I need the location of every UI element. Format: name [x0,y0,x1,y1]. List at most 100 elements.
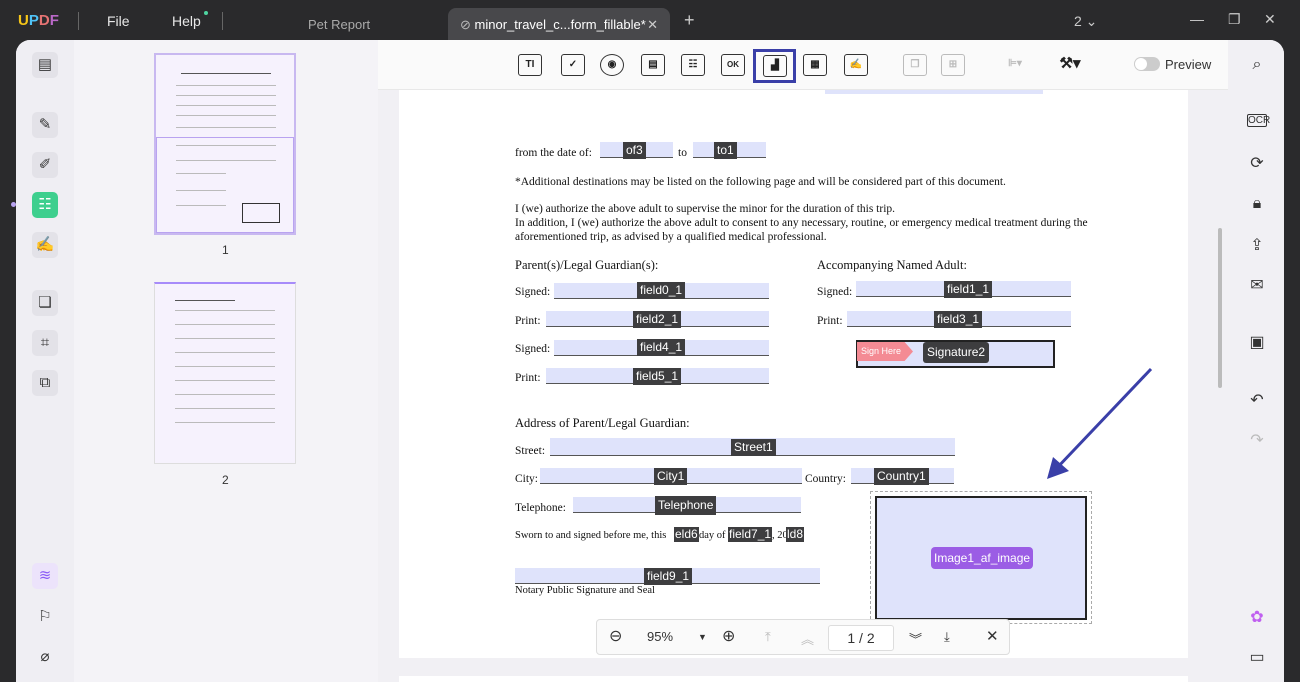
form-field[interactable]: field5_1 [633,368,682,385]
signature-tool[interactable]: ✍ [844,54,868,76]
menu-file[interactable]: File [107,13,130,29]
form-field[interactable]: ld8 [786,527,805,542]
save-icon[interactable]: ▣ [1247,332,1267,352]
layers-icon[interactable]: ≋ [32,563,58,589]
comment-panel-icon[interactable]: ▭ [1247,647,1267,667]
minimize-button[interactable]: — [1190,11,1204,27]
menu-help[interactable]: Help [172,13,201,29]
tab-pet-report[interactable]: Pet Report [308,17,370,32]
image-tool: ▟ [763,55,787,77]
close-navigator-icon[interactable]: ✕ [986,627,999,645]
form-field[interactable]: field9_1 [644,568,693,585]
tab-close-icon[interactable]: ✕ [647,17,658,33]
protect-icon[interactable]: 🔒︎ [1247,195,1267,213]
text: to [678,147,687,159]
dropdown-tool[interactable]: ▤ [641,54,665,76]
label: Signed: [515,286,551,298]
page-thumbnail-1[interactable] [154,53,296,235]
undo-icon[interactable]: ↶ [1247,390,1267,410]
first-page-icon: ⤒ [765,629,771,644]
pdf-page-2 [399,676,1188,682]
reader-icon[interactable]: ▤ [32,52,58,78]
heading: Parent(s)/Legal Guardian(s): [515,258,659,272]
new-tab-button[interactable]: + [684,10,695,31]
grid-icon: ⊞ [941,54,965,76]
label: Print: [515,372,541,384]
heading: Accompanying Named Adult: [817,258,967,272]
form-field[interactable]: field2_1 [633,311,682,328]
restore-button[interactable]: ❐ [1228,11,1241,28]
redo-icon: ↷ [1250,432,1264,449]
form-field[interactable]: field1_1 [944,281,993,298]
vertical-scrollbar[interactable] [1218,228,1222,388]
form-field[interactable]: Signature2 [923,342,990,363]
list-box-tool[interactable]: ☷ [681,54,705,76]
checkbox-tool[interactable]: ✓ [561,54,585,76]
form-field[interactable]: Country1 [874,468,929,485]
label: Street: [515,445,546,457]
zoom-out-icon[interactable]: ⊖ [609,626,622,646]
form-field[interactable]: of3 [623,142,646,159]
convert-icon[interactable]: ⧉ [32,370,58,396]
search-icon[interactable]: ⌕ [1247,56,1267,74]
label: Print: [515,315,541,327]
text: *Additional destinations may be listed o… [515,176,1006,188]
thumbnail-panel: 1 2 [74,40,378,682]
next-page-icon[interactable]: ︾ [909,629,922,648]
annotation-arrow [1047,367,1153,479]
radio-tool[interactable]: ◉ [600,54,624,76]
page-number-input[interactable]: 1 / 2 [828,625,894,651]
form-field[interactable]: field0_1 [637,282,686,299]
attachment-icon[interactable]: ⌀ [32,644,58,670]
form-field[interactable]: Street1 [731,439,776,456]
edit-off-icon: ⊘ [460,17,475,32]
bookmark-icon[interactable]: ⚐ [32,604,58,630]
tab-title: minor_travel_c...form_fillable* [474,17,646,32]
form-field[interactable]: field7_1 [728,527,773,542]
preview-toggle[interactable] [1134,57,1160,71]
close-window-button[interactable]: ✕ [1264,11,1276,28]
tools-icon[interactable]: ⚒▾ [1053,54,1087,76]
duplicate-icon: ❐ [903,54,927,76]
form-field[interactable]: field4_1 [637,339,686,356]
image-tool-selected[interactable]: ▟ [753,49,796,83]
text: Notary Public Signature and Seal [515,585,655,596]
prepare-form-icon[interactable]: ☷ [32,192,58,218]
form-field[interactable]: eld6 [674,527,699,542]
left-tool-rail: ▤ ✎ ✐ ☷ ✍ ❏ ⌗ ⧉ ≋ ⚐ ⌀ [16,40,74,682]
crop-icon[interactable]: ⌗ [32,330,58,356]
tab-minor-travel[interactable]: ⊘ minor_travel_c...form_fillable* ✕ [448,8,670,42]
last-page-icon[interactable]: ⤓ [944,629,950,645]
fill-sign-icon[interactable]: ✍ [32,232,58,258]
zoom-dropdown-icon[interactable]: ▼ [698,632,707,642]
share-icon[interactable]: ⇪ [1247,235,1267,255]
comment-icon[interactable]: ✎ [32,112,58,138]
zoom-in-icon[interactable]: ⊕ [722,626,735,646]
edit-pdf-icon[interactable]: ✐ [32,152,58,178]
form-field[interactable]: Telephone [655,496,717,515]
text-field-tool[interactable]: TI [518,54,542,76]
ai-assistant-icon[interactable]: ✿ [1247,607,1267,627]
page-thumbnail-2[interactable] [154,282,296,464]
ocr-icon[interactable]: OCR [1247,114,1270,127]
form-field[interactable]: field3_1 [934,311,983,328]
convert-file-icon[interactable]: ⟳ [1247,153,1267,173]
right-rail: ⌕ OCR ⟳ 🔒︎ ⇪ ✉ ▣ ↶ ↷ ✿ ▭ [1228,40,1284,682]
label: Signed: [817,286,853,298]
organize-pages-icon[interactable]: ❏ [32,290,58,316]
pdf-page: from the date of: of3 to to1 *Additional… [399,82,1188,658]
thumbnail-label: 1 [222,243,229,257]
email-icon[interactable]: ✉ [1247,275,1267,295]
date-tool[interactable]: ▦ [803,54,827,76]
image-field-label: Image1_af_image [931,547,1034,569]
form-field[interactable]: City1 [654,468,688,485]
updf-logo: UPDF [18,12,59,29]
form-field[interactable]: to1 [714,142,737,159]
window-count[interactable]: 2 ⌄ [1074,13,1097,30]
thumbnail-label: 2 [222,473,229,487]
zoom-level[interactable]: 95% [647,629,673,644]
main-area: ▤ ✎ ✐ ☷ ✍ ❏ ⌗ ⧉ ≋ ⚐ ⌀ 1 2 from the date … [16,40,1284,682]
preview-label: Preview [1165,57,1212,72]
button-tool[interactable]: OK [721,54,745,76]
notification-dot [204,11,208,15]
